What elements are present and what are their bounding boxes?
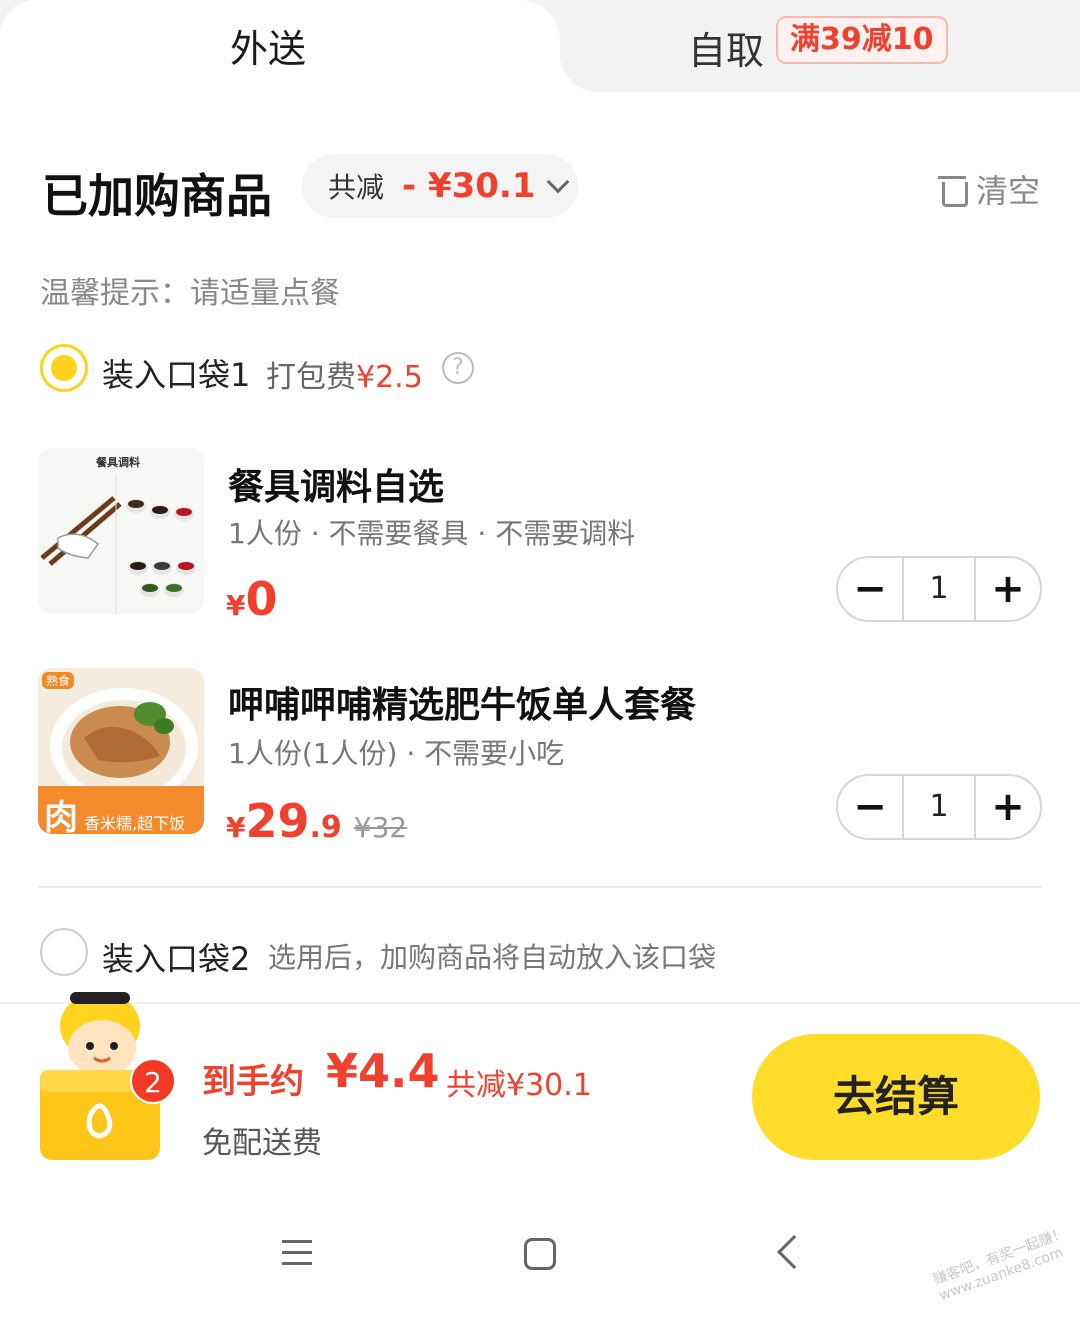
increase-button[interactable]: +	[976, 558, 1040, 620]
item-price: ¥29.9 ¥32	[226, 794, 407, 848]
original-price: ¥32	[353, 811, 408, 844]
price-integer: 29	[245, 794, 310, 848]
item-price: ¥0	[226, 572, 278, 626]
currency-symbol: ¥	[226, 589, 246, 622]
bag2-radio[interactable]	[40, 928, 88, 976]
clear-label: 清空	[975, 172, 1040, 210]
bag2-label[interactable]: 装入口袋2	[102, 934, 250, 980]
total-label: 到手约	[202, 1062, 304, 1102]
thumb-subcaption: 香米糯,超下饭	[84, 814, 186, 833]
chevron-down-icon	[546, 170, 569, 194]
free-shipping-text: 免配送费	[202, 1126, 322, 1161]
item-spec[interactable]: 1人份 · 不需要餐具 · 不需要调料	[228, 512, 635, 552]
price-integer: 0	[245, 572, 278, 626]
order-type-tabs: 外送 自取 满39减10	[0, 0, 1080, 92]
bag1-radio[interactable]	[40, 344, 88, 392]
decrease-button[interactable]: −	[838, 776, 902, 838]
clear-cart-button[interactable]: 清空	[937, 166, 1040, 212]
decrease-button[interactable]: −	[838, 558, 902, 620]
cart-title: 已加购商品	[42, 169, 272, 223]
total-value: ¥4.4	[326, 1044, 440, 1098]
trash-icon	[937, 174, 968, 207]
bag2-note: 选用后，加购商品将自动放入该口袋	[268, 941, 717, 974]
help-icon[interactable]: ?	[442, 352, 474, 384]
home-icon[interactable]	[524, 1238, 556, 1270]
thumb-tag: 熟食	[42, 672, 75, 689]
increase-button[interactable]: +	[976, 776, 1040, 838]
quantity-stepper: − 1 +	[836, 556, 1042, 622]
tab-pickup-label[interactable]: 自取	[688, 20, 764, 75]
tab-delivery-label[interactable]: 外送	[230, 18, 306, 73]
price-decimal: .9	[309, 810, 342, 845]
quantity-value[interactable]: 1	[902, 558, 976, 620]
bag1-label[interactable]: 装入口袋1	[102, 350, 250, 396]
system-nav-bar	[0, 1192, 1080, 1322]
menu-icon[interactable]	[282, 1240, 312, 1266]
quantity-stepper: − 1 +	[836, 774, 1042, 840]
item-thumbnail-beef-rice[interactable]: 熟食 肉 香米糯,超下饭	[38, 668, 204, 834]
warm-tip: 温馨提示：请适量点餐	[40, 276, 340, 311]
discount-detail-button[interactable]: 共减 - ¥30.1	[302, 154, 578, 218]
thumb-caption: 餐具调料	[96, 456, 140, 469]
item-name: 呷哺呷哺精选肥牛饭单人套餐	[228, 685, 697, 726]
checkout-button[interactable]: 去结算	[752, 1034, 1040, 1160]
utensils-illustration	[38, 448, 204, 614]
discount-label: 共减	[328, 171, 385, 204]
bag1-fee: 打包费¥2.5	[266, 352, 423, 396]
divider	[38, 886, 1042, 888]
item-spec[interactable]: 1人份(1人份) · 不需要小吃	[228, 732, 564, 772]
packing-fee-value: ¥2.5	[356, 360, 423, 395]
cart-count-badge: 2	[130, 1058, 176, 1104]
packing-fee-label: 打包费	[266, 360, 356, 395]
total-discount[interactable]: 共减¥30.1	[446, 1060, 592, 1104]
currency-symbol: ¥	[226, 811, 246, 844]
back-icon[interactable]	[777, 1235, 811, 1269]
pickup-promo-badge: 满39减10	[776, 16, 948, 64]
item-name: 餐具调料自选	[228, 467, 445, 508]
quantity-value[interactable]: 1	[902, 776, 976, 838]
item-thumbnail-utensils[interactable]: 餐具调料	[38, 448, 204, 614]
thumb-caption: 肉	[44, 798, 78, 834]
discount-value: - ¥30.1	[402, 166, 536, 206]
